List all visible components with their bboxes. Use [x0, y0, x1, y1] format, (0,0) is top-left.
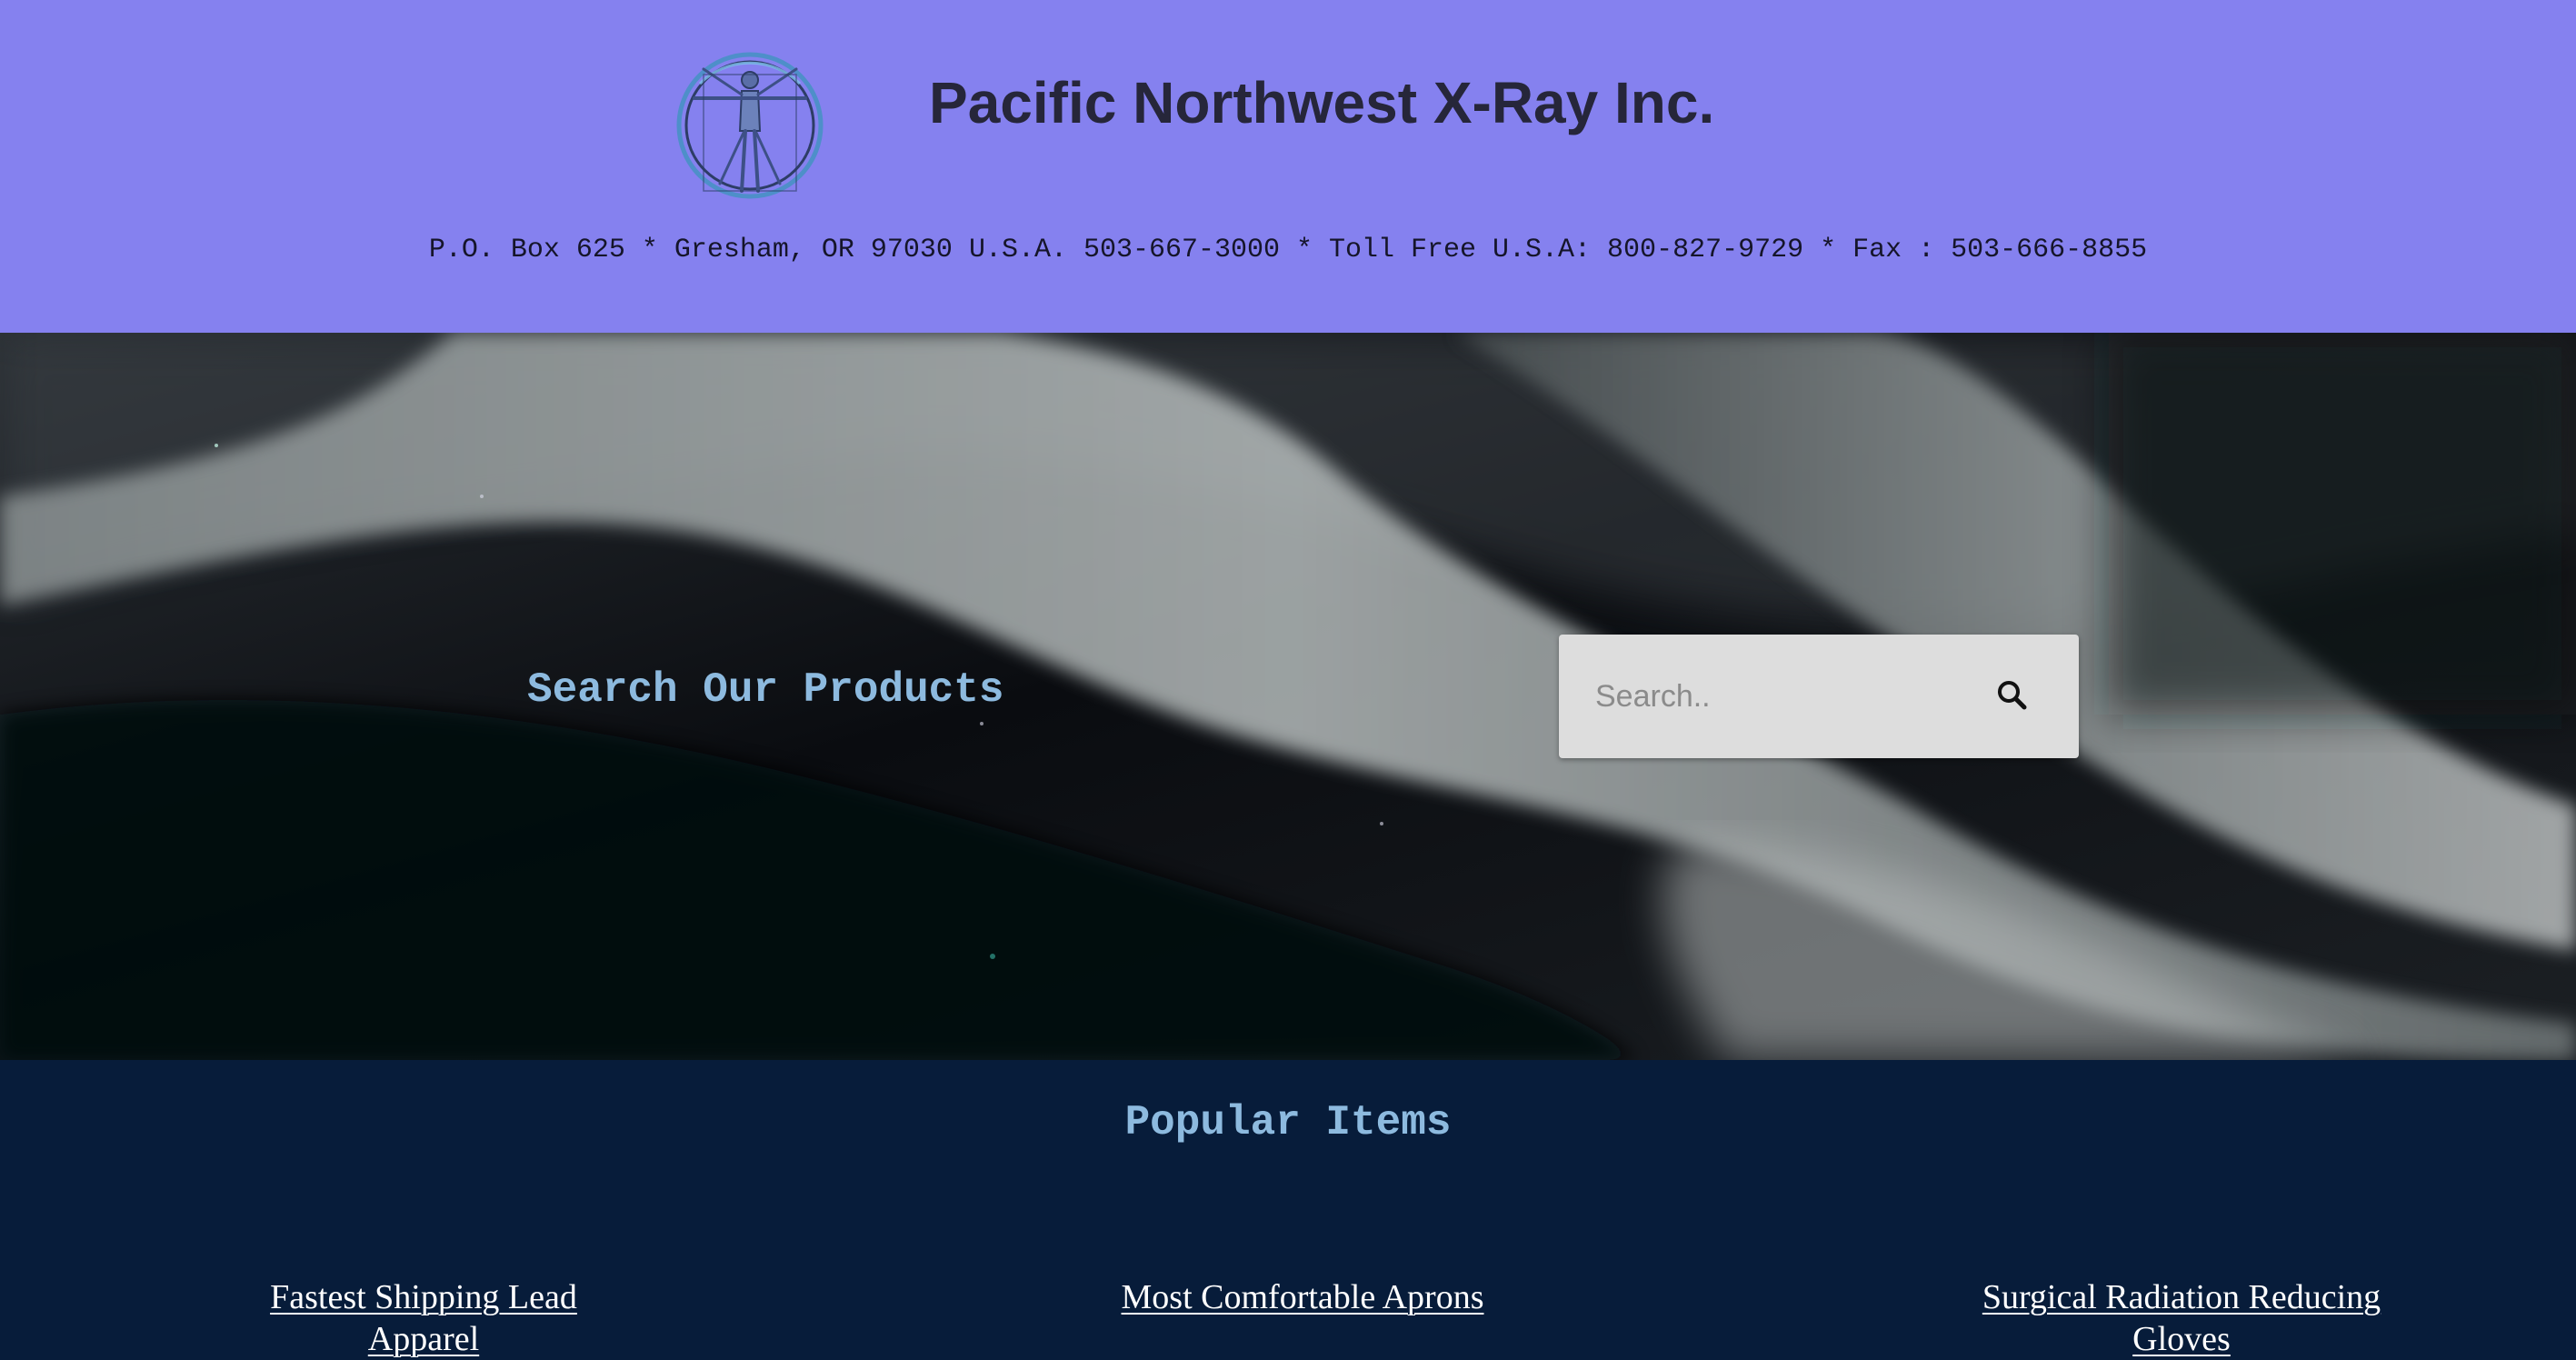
popular-item-link[interactable]: Surgical Radiation Reducing Gloves: [1963, 1276, 2400, 1360]
hero-background-image: [0, 333, 2576, 1060]
site-header: Pacific Northwest X-Ray Inc. P.O. Box 62…: [0, 0, 2576, 333]
popular-item-link[interactable]: Most Comfortable Aprons: [1045, 1276, 1560, 1318]
hero-search-section: Search Our Products: [0, 333, 2576, 1060]
search-form: [1559, 635, 2079, 758]
search-products-heading: Search Our Products: [527, 666, 1004, 714]
popular-items-section: Popular Items Fastest Shipping Lead Appa…: [0, 1060, 2576, 1358]
vitruvian-man-logo[interactable]: [673, 47, 827, 204]
search-icon: [1998, 681, 2027, 710]
search-input[interactable]: [1559, 635, 1968, 758]
search-button[interactable]: [1982, 665, 2044, 727]
popular-items-heading: Popular Items: [1124, 1099, 1452, 1146]
company-name: Pacific Northwest X-Ray Inc.: [929, 70, 1715, 135]
popular-item-link[interactable]: Fastest Shipping Lead Apparel: [255, 1276, 593, 1360]
contact-info: P.O. Box 625 * Gresham, OR 97030 U.S.A. …: [428, 235, 2148, 265]
